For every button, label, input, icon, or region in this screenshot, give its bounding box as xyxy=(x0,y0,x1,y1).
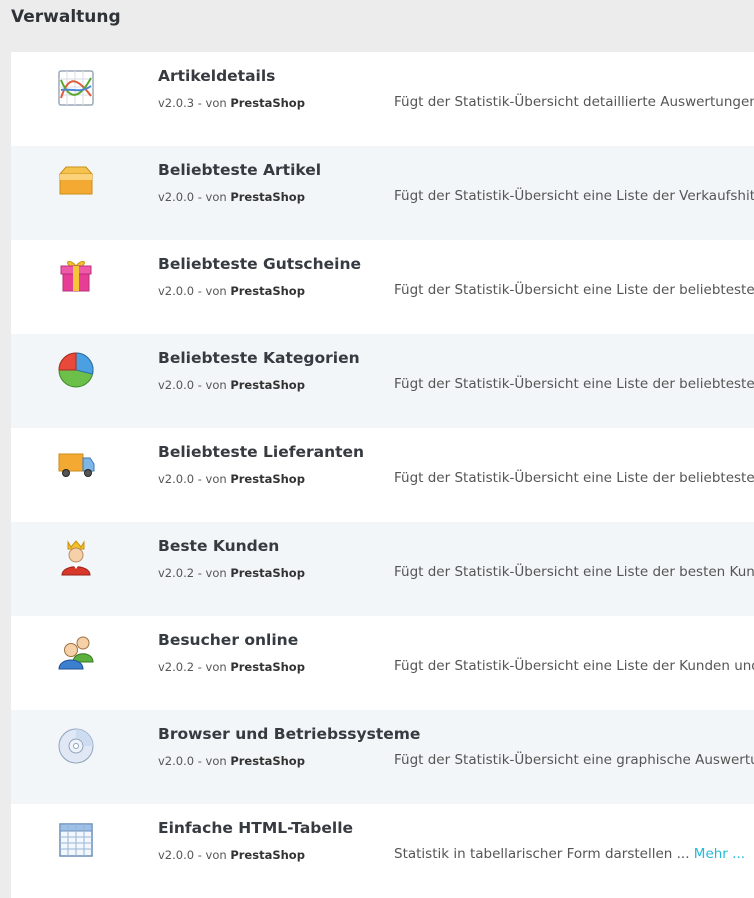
module-name[interactable]: Artikeldetails xyxy=(158,67,275,85)
module-author: PrestaShop xyxy=(230,190,305,204)
users-icon xyxy=(56,632,96,672)
module-description: Fügt der Statistik-Übersicht eine graphi… xyxy=(394,752,754,768)
module-name[interactable]: Beliebteste Lieferanten xyxy=(158,443,364,461)
section-title: Verwaltung xyxy=(11,7,121,27)
module-meta: v2.0.0 - von PrestaShop xyxy=(158,754,305,768)
module-meta: v2.0.0 - von PrestaShop xyxy=(158,472,305,486)
module-row: Beliebteste Gutscheine v2.0.0 - von Pres… xyxy=(11,240,754,334)
module-name[interactable]: Beliebteste Gutscheine xyxy=(158,255,361,273)
module-author: PrestaShop xyxy=(230,754,305,768)
module-row: Beliebteste Lieferanten v2.0.0 - von Pre… xyxy=(11,428,754,522)
module-description: Fügt der Statistik-Übersicht eine Liste … xyxy=(394,376,754,392)
module-author: PrestaShop xyxy=(230,378,305,392)
module-meta: v2.0.2 - von PrestaShop xyxy=(158,566,305,580)
module-meta: v2.0.3 - von PrestaShop xyxy=(158,96,305,110)
module-row: Beliebteste Kategorien v2.0.0 - von Pres… xyxy=(11,334,754,428)
module-author: PrestaShop xyxy=(230,566,305,580)
module-description: Fügt der Statistik-Übersicht eine Liste … xyxy=(394,564,754,580)
box-icon xyxy=(56,162,96,202)
king-icon xyxy=(56,538,96,578)
module-name[interactable]: Einfache HTML-Tabelle xyxy=(158,819,353,837)
table-icon xyxy=(56,820,96,860)
module-description: Fügt der Statistik-Übersicht eine Liste … xyxy=(394,282,754,298)
module-meta: v2.0.2 - von PrestaShop xyxy=(158,660,305,674)
module-meta: v2.0.0 - von PrestaShop xyxy=(158,848,305,862)
module-row: Beliebteste Artikel v2.0.0 - von PrestaS… xyxy=(11,146,754,240)
module-description: Statistik in tabellarischer Form darstel… xyxy=(394,846,746,862)
module-row: Besucher online v2.0.2 - von PrestaShop … xyxy=(11,616,754,710)
more-link[interactable]: Mehr ... xyxy=(694,846,745,862)
module-name[interactable]: Browser und Betriebssysteme xyxy=(158,725,420,743)
module-row: Artikeldetails v2.0.3 - von PrestaShop F… xyxy=(11,52,754,146)
module-name[interactable]: Besucher online xyxy=(158,631,298,649)
module-description: Fügt der Statistik-Übersicht eine Liste … xyxy=(394,658,754,674)
module-description: Fügt der Statistik-Übersicht eine Liste … xyxy=(394,470,754,486)
module-name[interactable]: Beste Kunden xyxy=(158,537,279,555)
module-row: Beste Kunden v2.0.2 - von PrestaShop Füg… xyxy=(11,522,754,616)
module-meta: v2.0.0 - von PrestaShop xyxy=(158,284,305,298)
module-author: PrestaShop xyxy=(230,284,305,298)
module-name[interactable]: Beliebteste Kategorien xyxy=(158,349,360,367)
truck-icon xyxy=(56,444,96,484)
module-author: PrestaShop xyxy=(230,472,305,486)
line-chart-icon xyxy=(56,68,96,108)
module-row: Einfache HTML-Tabelle v2.0.0 - von Prest… xyxy=(11,804,754,898)
module-row: Browser und Betriebssysteme v2.0.0 - von… xyxy=(11,710,754,804)
module-meta: v2.0.0 - von PrestaShop xyxy=(158,190,305,204)
module-description: Fügt der Statistik-Übersicht eine Liste … xyxy=(394,188,754,204)
module-description: Fügt der Statistik-Übersicht detailliert… xyxy=(394,94,754,110)
module-list: Artikeldetails v2.0.3 - von PrestaShop F… xyxy=(11,52,754,898)
module-name[interactable]: Beliebteste Artikel xyxy=(158,161,321,179)
cd-icon xyxy=(56,726,96,766)
gift-icon xyxy=(56,256,96,296)
module-author: PrestaShop xyxy=(230,848,305,862)
module-author: PrestaShop xyxy=(230,96,305,110)
module-author: PrestaShop xyxy=(230,660,305,674)
module-meta: v2.0.0 - von PrestaShop xyxy=(158,378,305,392)
pie-chart-icon xyxy=(56,350,96,390)
